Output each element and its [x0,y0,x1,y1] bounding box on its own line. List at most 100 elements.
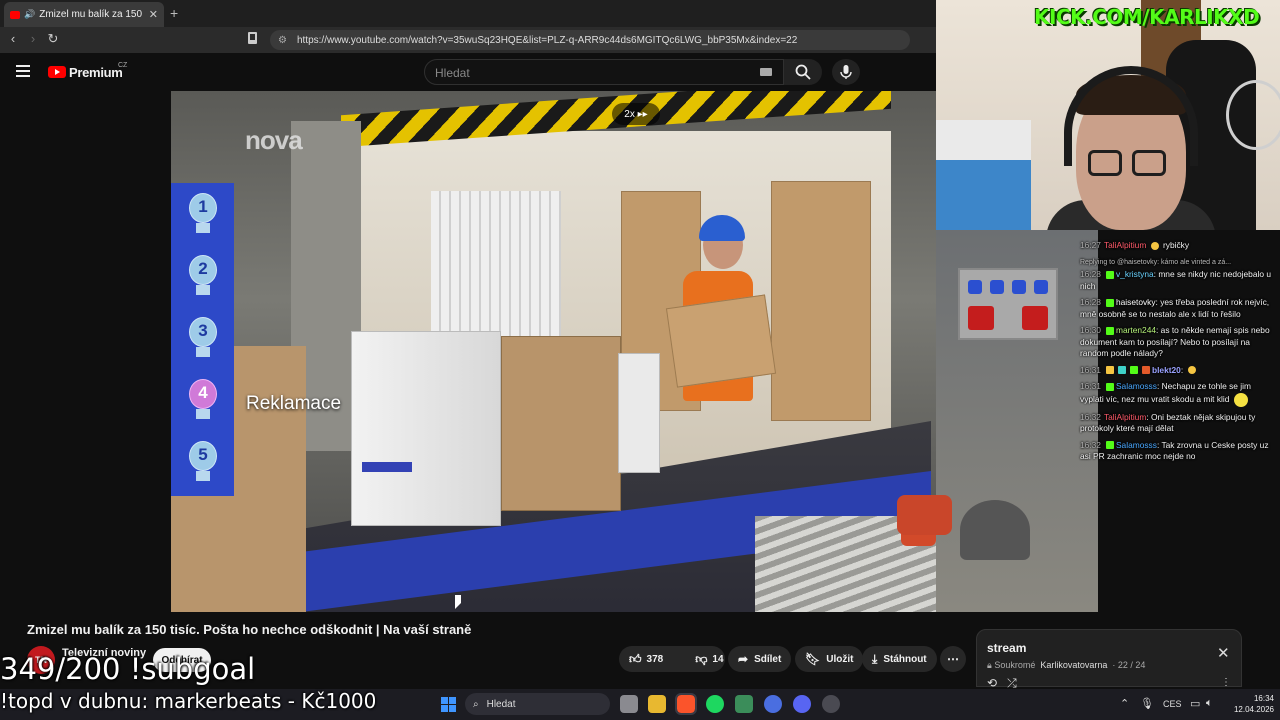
brave-browser-icon[interactable] [675,693,697,715]
top-donation-overlay: !topd v dubnu: markerbeats - Kč1000 [0,689,377,713]
download-icon: ⤓ [872,651,878,666]
url-field[interactable]: ⚙ https://www.youtube.com/watch?v=35wuSq… [270,30,910,50]
share-button[interactable]: ➦ Sdílet [728,646,792,672]
menu-icon[interactable] [16,65,30,80]
webcam-feed [936,0,1280,230]
emote-icon [1187,366,1196,375]
youtube-brand[interactable]: Premium [69,65,123,80]
brand-country: CZ [118,62,128,69]
taskbar-search[interactable]: ⌕ Hledat [465,693,610,715]
bookmark-icon[interactable] [248,32,257,44]
volume-icon[interactable]: 🔈︎ [1206,697,1213,710]
electrical-panel [958,268,1058,340]
white-box [351,331,501,526]
keyboard-icon[interactable] [760,68,772,76]
box-stack [771,181,871,421]
topic-bulb-icon: 5 [183,441,223,487]
speaker-icon[interactable]: 🔊 [24,9,35,20]
playlist-meta: 🔒︎ Soukromé Karlikovatovarna · 22 / 24 [987,660,1146,670]
forward-button[interactable]: › [24,31,42,46]
topic-bulb-icon: 3 [183,317,223,363]
network-icon[interactable]: ▭ [1190,697,1200,710]
thumbs-up-icon: 👍︎ [629,651,642,666]
chat-message: 16:30 marten244: as to někde nemají spis … [1080,325,1270,358]
microphone-icon [840,65,852,79]
badge-icon [1117,366,1126,375]
mouse-cursor-icon [455,595,461,609]
playlist-position: 22 / 24 [1117,660,1146,670]
search-icon [795,64,811,80]
share-icon: ➦ [738,652,749,666]
video-player[interactable]: nova 2x ▸▸ 1 2 3 4 5 Reklamace [171,91,936,612]
new-tab-button[interactable]: + [170,5,178,21]
task-view-icon[interactable] [620,695,638,713]
chat-overlay: 16:27 TaliAlpitium rybičky Replying to @h… [1080,240,1272,510]
search-button[interactable] [784,59,822,85]
microphone-icon[interactable]: 🎙︎ [1140,697,1154,710]
more-actions-button[interactable]: ⋯ [940,646,966,672]
site-info-icon[interactable]: ⚙ [278,35,287,46]
lock-icon: 🔒︎ [987,660,992,670]
loop-icon[interactable]: ⟲ [987,676,997,690]
bookmark-icon: 🔖︎ [805,652,821,666]
like-button[interactable]: 👍︎ 378 [619,646,673,672]
youtube-favicon-icon [10,10,20,19]
snack-bag [897,495,952,535]
dislike-button[interactable]: 👎︎ 14 [685,646,733,672]
voice-search-button[interactable] [832,59,860,85]
small-box [618,353,660,473]
badge-icon [1141,366,1150,375]
search-input[interactable]: Hledat [424,59,784,85]
shuffle-icon[interactable]: ⤮ [1007,676,1017,690]
badge-icon [1105,441,1114,450]
app-icon[interactable] [764,695,782,713]
discord-icon[interactable] [793,695,811,713]
language-indicator[interactable]: CES [1163,699,1182,709]
playlist-menu-icon[interactable]: ⋮ [1221,677,1231,688]
chat-reply: Replying to @haisetovky: kámo ale vinted… [1080,258,1232,266]
app-icon[interactable] [735,695,753,713]
settings-icon[interactable] [822,695,840,713]
back-button[interactable]: ‹ [4,31,22,46]
tab-close-button[interactable]: ✕ [149,8,158,21]
brown-box [501,336,621,511]
tab-youtube[interactable]: 🔊 Zmizel mu balík za 150 tisíc. Pošta ho… [4,2,164,27]
playlist-close-button[interactable]: ✕ [1217,644,1230,662]
youtube-logo-icon[interactable] [48,66,66,78]
save-button[interactable]: 🔖︎ Uložit [795,646,864,672]
file-explorer-icon[interactable] [648,695,666,713]
playlist-owner[interactable]: Karlikovatovarna [1040,660,1107,670]
playlist-panel: stream 🔒︎ Soukromé Karlikovatovarna · 22… [976,629,1242,690]
reload-button[interactable]: ↻ [44,31,62,47]
badge-icon [1129,366,1138,375]
subgoal-overlay: 349/200 !subgoal [0,652,256,686]
topic-bulb-icon: 2 [183,255,223,301]
spotify-icon[interactable] [706,695,724,713]
badge-icon [1105,382,1114,391]
tray-chevron-icon[interactable]: ⌃ [1120,697,1129,710]
emote-icon [1233,392,1248,407]
chat-message: 16:32 Salamosss: Tak zrovna u Ceske posty… [1080,439,1269,462]
chat-message: 16:28 haisetovky: yes třeba poslední rok … [1080,297,1270,319]
badge-icon [1105,366,1114,375]
like-dislike-group: 👍︎ 378 👎︎ 14 [619,646,725,672]
playlist-title[interactable]: stream [987,641,1026,655]
chat-message: 16:31 blekt20: [1080,365,1272,377]
tab-strip: 🔊 Zmizel mu balík za 150 tisíc. Pošta ho… [0,0,936,27]
taskbar-clock[interactable]: 16:34 12.04.2026 [1226,693,1274,715]
youtube-header: Premium CZ Hledat [0,53,936,91]
tab-title: Zmizel mu balík za 150 tisíc. Pošta ho n… [39,9,145,20]
chat-message: 16:28 v_kristyna: mne se nikdy nic nedoje… [1080,269,1271,291]
channel-watermark: nova [245,125,303,155]
badge-icon [1105,270,1114,279]
url-text: https://www.youtube.com/watch?v=35wuSq23… [296,34,798,46]
download-button[interactable]: ⤓ Stáhnout [862,646,937,672]
chat-message: 16:27 TaliAlpitium rybičky [1080,240,1190,250]
playback-speed-indicator: 2x ▸▸ [612,103,660,125]
badge-icon [1105,298,1114,307]
address-bar: ‹ › ↻ ⚙ https://www.youtube.com/watch?v=… [0,27,936,53]
badge-icon [1105,326,1114,335]
search-icon: ⌕ [473,698,479,710]
windows-start-icon[interactable] [441,697,456,712]
like-count: 378 [646,653,664,665]
